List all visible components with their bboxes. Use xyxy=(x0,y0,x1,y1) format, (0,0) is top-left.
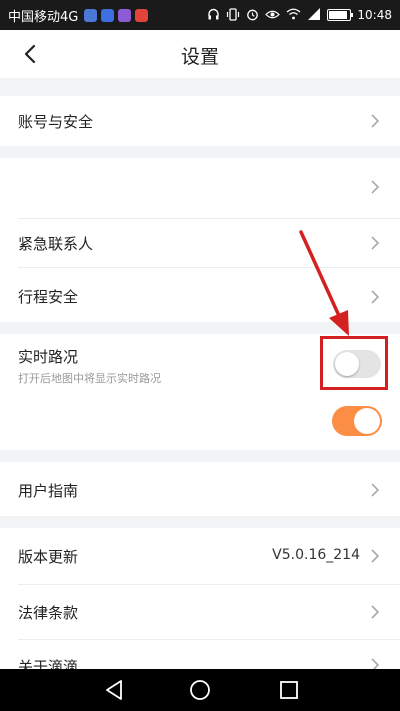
row-label: 行程安全 xyxy=(18,288,79,306)
settings-row-legal-terms[interactable]: 法律条款 xyxy=(0,585,400,639)
row-label: 紧急联系人 xyxy=(18,235,94,253)
status-bar: 中国移动4G 10:48 xyxy=(0,0,400,30)
notification-icons xyxy=(84,8,149,22)
chevron-right-icon xyxy=(371,605,380,619)
version-number: V5.0.16_214 xyxy=(272,547,360,563)
nav-back-icon[interactable] xyxy=(102,677,128,703)
alarm-icon xyxy=(246,8,259,23)
status-right: 10:48 xyxy=(207,0,392,30)
highlight-box xyxy=(320,336,388,390)
clock: 10:48 xyxy=(357,8,392,22)
signal-icon xyxy=(307,8,321,22)
section-gap xyxy=(0,78,400,96)
nav-recents-icon[interactable] xyxy=(276,677,302,703)
carrier-label: 中国移动4G xyxy=(8,9,79,25)
section-gap xyxy=(0,146,400,158)
chevron-right-icon xyxy=(371,483,380,497)
page-title: 设置 xyxy=(180,46,219,68)
settings-row-version-update[interactable]: 版本更新 V5.0.16_214 xyxy=(0,528,400,584)
settings-row-user-guide[interactable]: 用户指南 xyxy=(0,462,400,516)
vibrate-icon xyxy=(226,7,240,23)
wifi-icon xyxy=(286,8,301,22)
row-description: 打开后地图中将显示实时路况 xyxy=(18,372,161,385)
section-gap xyxy=(0,450,400,462)
section-gap xyxy=(0,516,400,528)
row-label: 法律条款 xyxy=(18,604,79,622)
navigation-bar xyxy=(0,669,400,711)
chevron-right-icon xyxy=(371,114,380,128)
battery-icon xyxy=(327,9,354,21)
notification-app-icon xyxy=(135,8,149,22)
notification-app-icon xyxy=(101,8,115,22)
headphone-icon xyxy=(207,8,220,23)
row-label: 用户指南 xyxy=(18,482,79,500)
settings-row[interactable] xyxy=(0,158,400,218)
row-label: 账号与安全 xyxy=(18,113,94,131)
row-label: 版本更新 xyxy=(18,548,79,566)
chevron-right-icon xyxy=(371,180,380,194)
section-gap xyxy=(0,322,400,334)
page-header: 设置 xyxy=(0,30,400,78)
settings-row-trip-safety[interactable]: 行程安全 xyxy=(0,268,400,322)
toggle-switch-on[interactable] xyxy=(332,406,382,436)
eye-icon xyxy=(265,9,281,22)
toggle-knob xyxy=(354,408,380,434)
chevron-right-icon xyxy=(371,290,380,304)
row-label: 关于滴滴 xyxy=(18,658,79,670)
settings-row-about[interactable]: 关于滴滴 xyxy=(0,640,400,670)
notification-app-icon xyxy=(118,8,132,22)
chevron-right-icon xyxy=(371,236,380,250)
row-label: 实时路况 xyxy=(18,348,79,366)
chevron-right-icon xyxy=(371,549,380,563)
settings-row-account-security[interactable]: 账号与安全 xyxy=(0,96,400,146)
nav-home-icon[interactable] xyxy=(187,677,213,703)
settings-row-emergency-contact[interactable]: 紧急联系人 xyxy=(0,219,400,267)
notification-app-icon xyxy=(84,8,98,22)
